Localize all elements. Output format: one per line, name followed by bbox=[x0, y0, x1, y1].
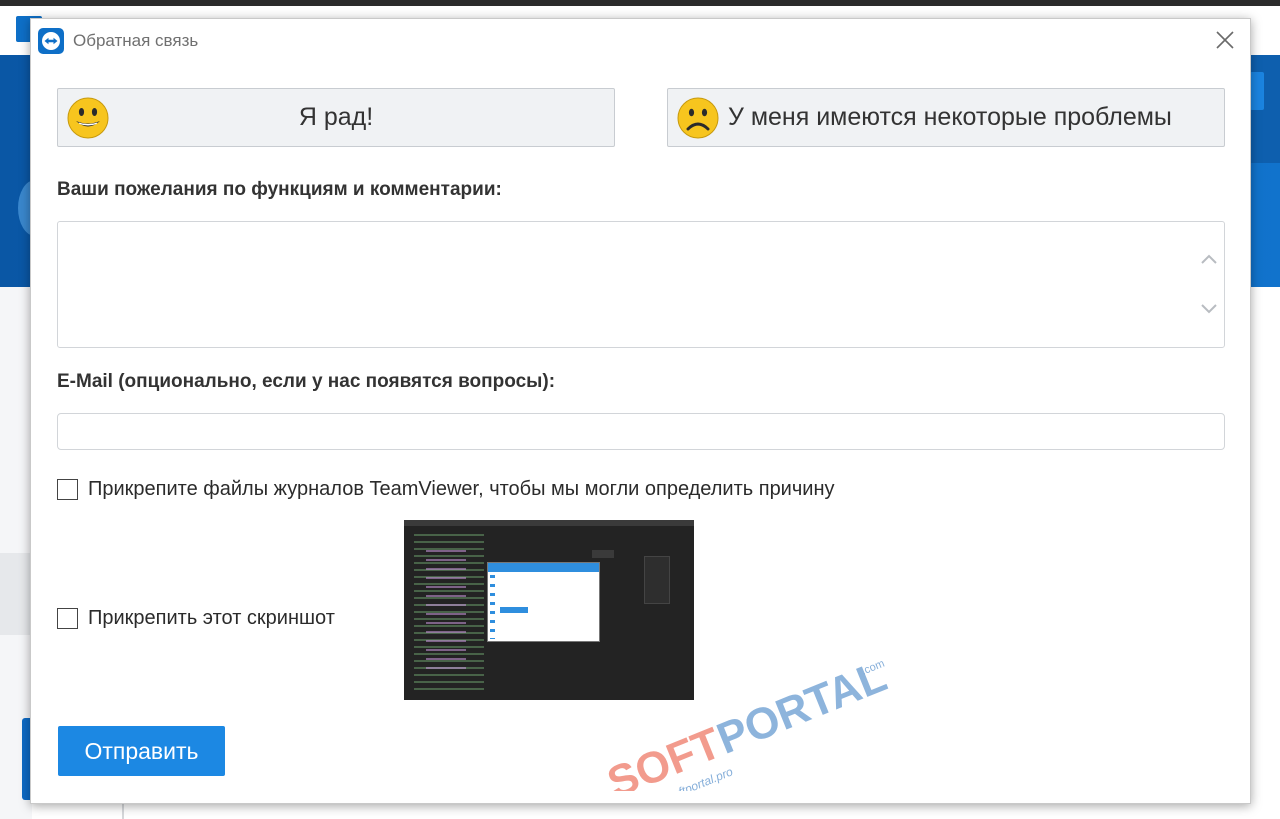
attach-logs-label[interactable]: Прикрепите файлы журналов TeamViewer, чт… bbox=[88, 478, 835, 501]
chevron-down-icon[interactable] bbox=[1200, 302, 1218, 316]
watermark-brand-right: PORTAL bbox=[710, 652, 891, 764]
attach-screenshot-checkbox[interactable] bbox=[57, 608, 78, 629]
screenshot-thumbnail bbox=[404, 520, 694, 700]
background-sidebar-item bbox=[0, 553, 32, 635]
attach-logs-checkbox-row[interactable]: Прикрепите файлы журналов TeamViewer, чт… bbox=[57, 478, 835, 501]
attach-logs-checkbox[interactable] bbox=[57, 479, 78, 500]
happy-button-label: Я рад! bbox=[298, 103, 374, 131]
teamviewer-logo-icon bbox=[38, 28, 64, 54]
chevron-up-icon[interactable] bbox=[1200, 252, 1218, 266]
dialog-titlebar: Обратная связь bbox=[31, 19, 1250, 61]
attach-screenshot-label[interactable]: Прикрепить этот скриншот bbox=[88, 607, 335, 630]
dialog-title: Обратная связь bbox=[73, 31, 199, 50]
send-button[interactable]: Отправить bbox=[58, 726, 225, 776]
comments-label: Ваши пожелания по функциям и комментарии… bbox=[57, 179, 502, 200]
background-window-border bbox=[0, 0, 1280, 6]
comments-textarea[interactable] bbox=[58, 222, 1194, 347]
comments-scrollbar[interactable] bbox=[1194, 222, 1224, 347]
problems-button[interactable]: У меня имеются некоторые проблемы bbox=[667, 88, 1225, 147]
watermark-brand-left: SOFT bbox=[601, 719, 728, 791]
comments-field[interactable] bbox=[57, 221, 1225, 348]
email-field[interactable] bbox=[57, 413, 1225, 450]
background-header-button bbox=[1250, 72, 1264, 110]
close-button[interactable] bbox=[1212, 27, 1238, 53]
frowning-face-icon bbox=[677, 97, 719, 139]
email-label: E-Mail (опционально, если у нас появятся… bbox=[57, 371, 556, 392]
happy-button[interactable]: Я рад! bbox=[57, 88, 615, 147]
attach-screenshot-checkbox-row[interactable]: Прикрепить этот скриншот bbox=[57, 607, 335, 630]
watermark-url: www.softportal.pro bbox=[638, 764, 735, 791]
feedback-dialog: Обратная связь Я рад! У меня имеются нек… bbox=[30, 18, 1251, 804]
problems-button-label: У меня имеются некоторые проблемы bbox=[728, 103, 1172, 131]
close-icon bbox=[1216, 31, 1234, 49]
watermark-tld: .com bbox=[860, 658, 887, 678]
